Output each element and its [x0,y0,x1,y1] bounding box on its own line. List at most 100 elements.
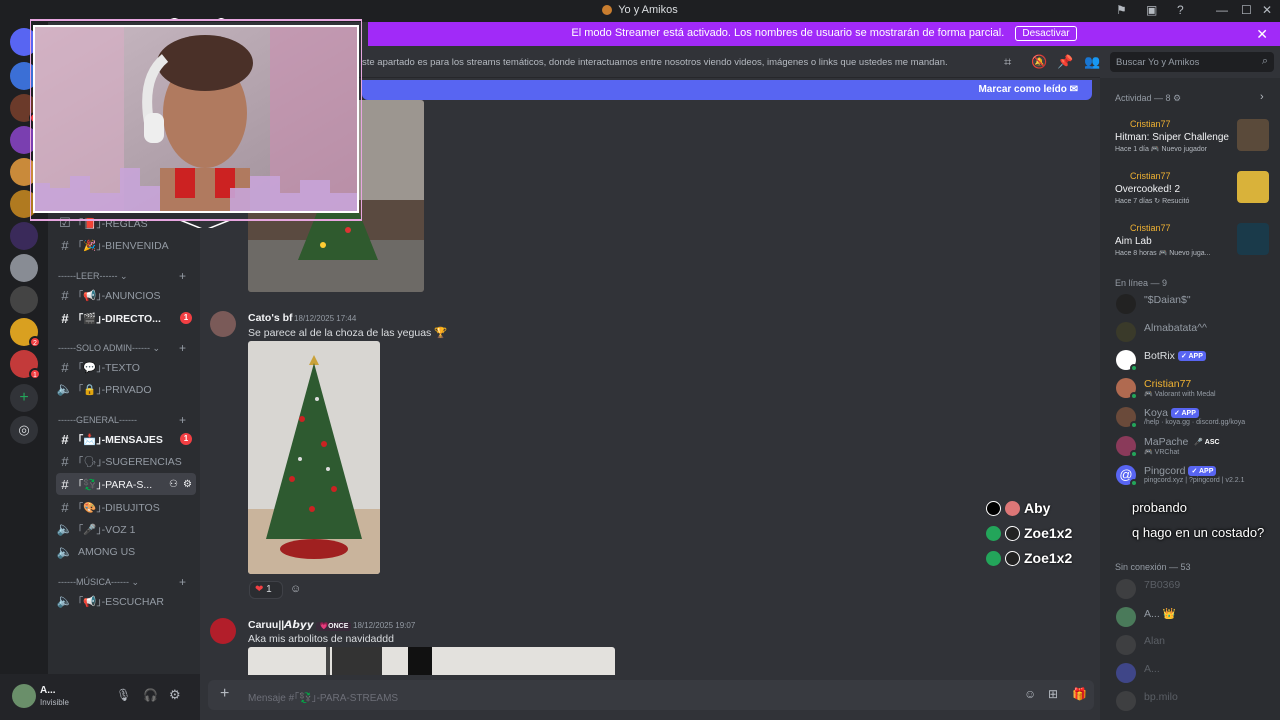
status-dot [1130,421,1138,429]
help-icon[interactable]: ? [1177,3,1184,17]
game-thumbnail[interactable] [1237,223,1269,255]
deactivate-button[interactable]: Desactivar [1015,26,1077,41]
threads-icon[interactable]: ⌗ [1004,54,1011,70]
channel-privado[interactable]: 🔈 ｢🔒｣-PRIVADO [56,378,196,400]
member-row[interactable]: Koya ✓ APP/help · koya.gg · discord.gg/ko… [1113,404,1273,430]
member-name-line: Koya ✓ APP [1144,407,1199,419]
new-messages-bar[interactable]: Marcar como leído ✉ [362,80,1092,100]
inbox-icon[interactable]: ⚑ [1116,3,1127,17]
add-channel-icon[interactable]: + [179,413,186,427]
add-attachment-icon[interactable]: + [220,685,229,703]
gear-icon[interactable]: ⚙ [183,479,192,490]
channel-topic[interactable]: ste apartado es para los streams temátic… [362,57,948,68]
category-leer[interactable]: ------LEER------ ⌄ + [58,269,196,283]
server-icon[interactable]: 1 [10,350,41,380]
gift-icon[interactable]: 🎁 [1072,687,1087,701]
screen-icon[interactable]: ▣ [1146,3,1157,17]
channel-sugerencias[interactable]: # ｢🗣｣-SUGERENCIAS [56,450,196,472]
channel-escuchar[interactable]: 🔈 ｢📢｣-ESCUCHAR [56,590,196,612]
server-icon[interactable]: 2 [10,318,41,348]
add-channel-icon[interactable]: + [179,575,186,589]
headphones-icon[interactable]: 🎧 [143,688,158,702]
add-channel-icon[interactable]: + [179,269,186,283]
close-window-icon[interactable]: ✕ [1262,3,1272,17]
member-row[interactable]: BotRix ✓ APP [1113,347,1273,373]
window-title: Yo y Amikos [0,4,1280,16]
explore-icon[interactable]: ◎ [10,416,38,444]
activity-user[interactable]: Cristian77 [1130,223,1171,233]
channel-directo[interactable]: # ｢🎬｣-DIRECTO... 1 [56,307,196,329]
member-list-icon[interactable]: 👥 [1084,54,1100,70]
game-thumbnail[interactable] [1237,171,1269,203]
reaction-count: 1 [266,584,272,595]
server-icon[interactable] [10,254,38,282]
member-name: BotRix [1144,350,1175,362]
channel-anuncios[interactable]: # ｢📢｣-ANUNCIOS [56,284,196,306]
settings-gear-icon[interactable]: ⚙ [169,687,181,703]
emoji-icon[interactable]: ☺ [1024,687,1036,701]
member-row[interactable]: A... 👑 [1113,604,1273,630]
member-row[interactable]: Cristian77 🎮 Valorant with Medal [1113,375,1273,401]
pin-icon[interactable]: 📌 [1057,54,1073,70]
microphone-icon[interactable]: 🎙 [116,688,131,702]
category-musica[interactable]: ------MÚSICA------ ⌄ + [58,575,196,589]
member-row[interactable]: "$Daian$" [1113,291,1273,317]
activity-game: Overcooked! 2 [1115,184,1181,195]
game-thumbnail[interactable] [1237,119,1269,151]
notification-bell-icon[interactable]: 🔕 [1031,54,1047,70]
member-row[interactable]: @ Pingcord ✓ APP pingcord.xyz | ?pingcord |… [1113,462,1273,488]
message-image[interactable] [248,647,615,675]
member-row[interactable]: 7B0369 [1113,576,1273,602]
member-row[interactable]: bp.milo [1113,688,1273,714]
invite-icon[interactable]: ⚇ [169,479,178,490]
category-general[interactable]: ------GENERAL------ + [58,413,196,427]
add-reaction-icon[interactable]: ☺ [290,583,301,595]
activity-user[interactable]: Cristian77 [1130,119,1171,129]
channel-bienvenida[interactable]: # ｢🎉｣-BIENVENIDA [56,234,196,256]
member-name: MaPache [1144,436,1189,448]
minimize-icon[interactable]: — [1216,3,1228,17]
channel-label: ｢💱｣-PARA-S... [78,478,153,491]
window-title-text: Yo y Amikos [618,4,678,16]
apps-icon[interactable]: ⊞ [1048,687,1058,701]
reaction-heart[interactable]: ❤ 1 [249,581,283,599]
avatar[interactable] [12,684,36,708]
user-name: A... [40,685,56,696]
channel-voz[interactable]: 🔈 ｢🎤｣-VOZ 1 [56,518,196,540]
message-author[interactable]: Cato's bf [248,312,293,324]
activity-user[interactable]: Cristian77 [1130,171,1171,181]
maximize-icon[interactable]: ☐ [1241,3,1252,17]
chevron-right-icon[interactable]: › [1260,91,1264,103]
message-composer[interactable]: + Mensaje #｢💱｣-PARA-STREAMS ☺ ⊞ 🎁 [208,680,1094,710]
app-badge: ✓ APP [1177,351,1206,362]
search-input[interactable]: Buscar Yo y Amikos ⌕ [1110,52,1274,72]
app-badge: ✓ APP [1188,466,1217,477]
add-server-icon[interactable]: + [10,384,38,412]
channel-label: ｢🎉｣-BIENVENIDA [78,239,169,252]
banner-close-icon[interactable]: ✕ [1256,26,1268,43]
avatar[interactable] [210,618,236,644]
message-image[interactable] [248,341,380,574]
category-admin[interactable]: ------SOLO ADMIN------ ⌄ + [58,341,196,355]
channel-label: ｢🗣｣-SUGERENCIAS [78,455,182,468]
viewer-name: Zoe1x2 [1024,550,1073,566]
mark-read-button[interactable]: Marcar como leído ✉ [978,84,1078,95]
avatar[interactable] [210,311,236,337]
channel-para-streams[interactable]: # ｢💱｣-PARA-S... ⚇ ⚙ [56,473,196,495]
mention-badge: 1 [180,312,192,324]
member-row[interactable]: A... [1113,660,1273,686]
channel-label: ｢🎨｣-DIBUJITOS [78,501,160,514]
channel-among[interactable]: 🔈 AMONG US [56,541,196,563]
channel-dibujitos[interactable]: # ｢🎨｣-DIBUJITOS [56,496,196,518]
channel-label: ｢📢｣-ANUNCIOS [78,289,161,302]
add-channel-icon[interactable]: + [179,341,186,355]
member-row[interactable]: Alan [1113,632,1273,658]
server-icon[interactable] [10,286,38,314]
member-row[interactable]: MaPache 🎤 ASC 🎮 VRChat [1113,433,1273,459]
channel-mensajes[interactable]: # ｢📩｣-MENSAJES 1 [56,428,196,450]
gear-icon[interactable]: ⚙ [1173,93,1181,103]
channel-label: ｢🎬｣-DIRECTO... [78,312,161,325]
channel-texto[interactable]: # ｢💬｣-TEXTO [56,356,196,378]
member-row[interactable]: Almabatata^^ [1113,319,1273,345]
message-author[interactable]: Caruu||𝘼𝙗𝙮𝙮 [248,619,314,631]
